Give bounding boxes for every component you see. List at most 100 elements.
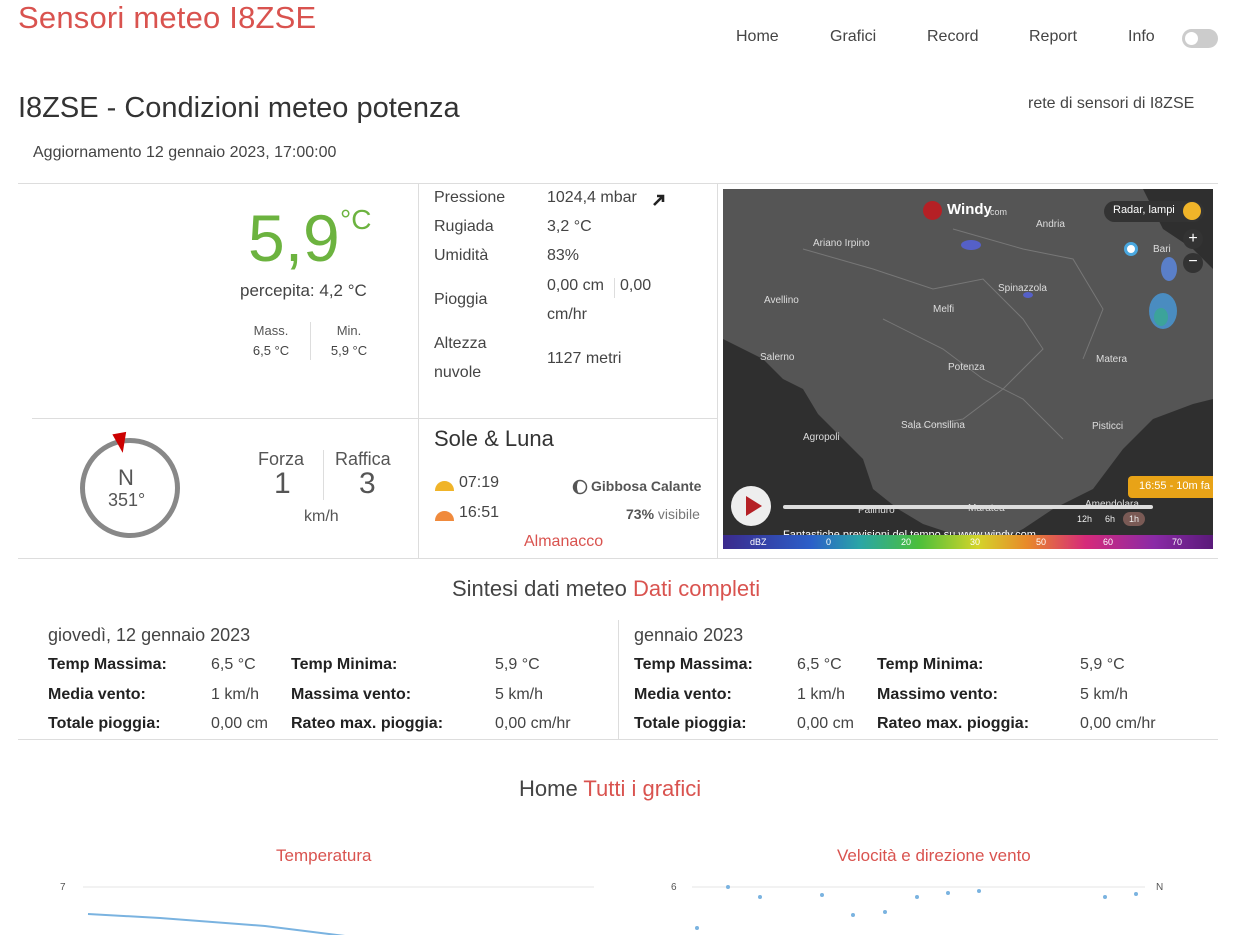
nav-home[interactable]: Home bbox=[736, 28, 779, 46]
wind-direction-arrow-icon bbox=[112, 431, 130, 455]
current-temperature: 5,9 bbox=[248, 201, 340, 275]
nav-record[interactable]: Record bbox=[927, 28, 979, 46]
cloud-height-label: Altezza bbox=[434, 335, 487, 352]
scale-tick: 50 bbox=[1036, 537, 1047, 547]
map-city-agropoli: Agropoli bbox=[803, 432, 840, 443]
divider bbox=[32, 418, 718, 419]
toggle-knob bbox=[1185, 32, 1198, 45]
wind-point bbox=[1103, 895, 1107, 899]
timeline-time-label: 16:55 - 10m fa bbox=[1128, 476, 1213, 498]
sunrise-time: 07:19 bbox=[459, 474, 500, 491]
theme-toggle[interactable] bbox=[1182, 29, 1218, 48]
all-graphs-link[interactable]: Tutti i grafici bbox=[583, 776, 701, 801]
day-wind-max-label: Massima vento: bbox=[291, 686, 412, 703]
nav-info[interactable]: Info bbox=[1128, 28, 1155, 46]
divider bbox=[717, 183, 718, 558]
divider bbox=[310, 322, 311, 360]
day-wind-max: 5 km/h bbox=[495, 686, 544, 703]
wind-point bbox=[883, 910, 887, 914]
max-label: Mass. bbox=[253, 323, 289, 338]
summary-month-date: gennaio 2023 bbox=[634, 625, 744, 645]
moon-visibility-label: visibile bbox=[657, 506, 700, 522]
humidity-value: 83% bbox=[547, 247, 580, 264]
play-button[interactable] bbox=[731, 486, 771, 526]
zoom-out-button[interactable]: − bbox=[1183, 253, 1203, 273]
month-wind-max-label: Massimo vento: bbox=[877, 686, 998, 703]
summary-title-text: Sintesi dati meteo bbox=[452, 576, 627, 601]
scale-unit: dBZ bbox=[750, 537, 767, 547]
rising-trend-icon bbox=[653, 194, 665, 206]
moon-visibility-pct: 73% bbox=[626, 506, 655, 522]
month-wind-avg: 1 km/h bbox=[797, 686, 846, 703]
day-temp-min: 5,9 °C bbox=[495, 656, 540, 673]
month-temp-min-label: Temp Minima: bbox=[877, 656, 984, 673]
range-12h[interactable]: 12h bbox=[1077, 514, 1092, 524]
wind-point bbox=[695, 926, 699, 930]
radar-map[interactable]: Andria Bari Ariano Irpino Melfi Spinazzo… bbox=[723, 189, 1213, 549]
scale-tick: 60 bbox=[1103, 537, 1114, 547]
month-rain-rate: 0,00 cm/hr bbox=[1080, 715, 1156, 732]
temperature-chart-title: Temperatura bbox=[276, 846, 372, 865]
graphs-title-text: Home bbox=[519, 776, 578, 801]
update-timestamp: Aggiornamento 12 gennaio 2023, 17:00:00 bbox=[33, 144, 337, 161]
nav-report[interactable]: Report bbox=[1029, 28, 1077, 46]
map-city-sala-consilina: Sala Consilina bbox=[901, 420, 965, 431]
divider bbox=[323, 450, 324, 500]
wind-gust-value: 3 bbox=[359, 467, 376, 500]
month-rain-rate-label: Rateo max. pioggia: bbox=[877, 715, 1030, 732]
month-temp-min: 5,9 °C bbox=[1080, 656, 1125, 673]
month-temp-max-label: Temp Massima: bbox=[634, 656, 753, 673]
map-city-potenza: Potenza bbox=[948, 362, 985, 373]
wind-point bbox=[915, 895, 919, 899]
map-city-avellino: Avellino bbox=[764, 295, 799, 306]
rain-value: 0,00 cm bbox=[547, 277, 604, 294]
day-wind-avg: 1 km/h bbox=[211, 686, 260, 703]
min-label: Min. bbox=[336, 323, 362, 338]
summary-day-date: giovedì, 12 gennaio 2023 bbox=[48, 625, 251, 645]
moon-phase-icon bbox=[572, 479, 588, 495]
chart-previews bbox=[83, 885, 1145, 935]
zoom-in-button[interactable]: + bbox=[1183, 229, 1203, 249]
map-city-spinazzola: Spinazzola bbox=[998, 283, 1047, 294]
map-city-pisticci: Pisticci bbox=[1092, 421, 1124, 432]
wind-point bbox=[758, 895, 762, 899]
dew-label: Rugiada bbox=[434, 218, 494, 235]
humidity-label: Umidità bbox=[434, 247, 489, 264]
pressure-label: Pressione bbox=[434, 189, 506, 206]
day-rain-total-label: Totale pioggia: bbox=[48, 715, 161, 732]
sun-moon-title: Sole & Luna bbox=[434, 426, 554, 451]
divider bbox=[18, 183, 1218, 184]
network-label: rete di sensori di I8ZSE bbox=[1028, 95, 1195, 112]
full-data-link[interactable]: Dati completi bbox=[633, 576, 760, 601]
almanac-link[interactable]: Almanacco bbox=[524, 533, 603, 551]
wind-point bbox=[820, 893, 824, 897]
day-temp-max-label: Temp Massima: bbox=[48, 656, 167, 673]
wind-force-value: 1 bbox=[274, 467, 291, 500]
scale-tick: 0 bbox=[826, 537, 832, 547]
site-title[interactable]: Sensori meteo I8ZSE bbox=[18, 0, 316, 36]
layer-label: Radar, lampi bbox=[1113, 204, 1175, 216]
radar-scale bbox=[723, 535, 1213, 549]
perceived-temperature: percepita: 4,2 °C bbox=[240, 281, 367, 300]
summary-title: Sintesi dati meteo Dati completi bbox=[452, 576, 760, 602]
month-temp-max: 6,5 °C bbox=[797, 656, 842, 673]
windy-brand[interactable]: Windy bbox=[947, 201, 992, 218]
day-temp-max: 6,5 °C bbox=[211, 656, 256, 673]
timeline-slider[interactable] bbox=[783, 505, 1153, 509]
range-1h[interactable]: 1h bbox=[1123, 512, 1145, 526]
day-rain-rate-label: Rateo max. pioggia: bbox=[291, 715, 444, 732]
scale-tick: 70 bbox=[1172, 537, 1183, 547]
wind-point bbox=[726, 885, 730, 889]
day-temp-min-label: Temp Minima: bbox=[291, 656, 398, 673]
page-title: I8ZSE - Condizioni meteo potenza bbox=[18, 92, 460, 124]
cloud-height-label-2: nuvole bbox=[434, 364, 482, 381]
rain-label: Pioggia bbox=[434, 291, 488, 308]
map-city-melfi: Melfi bbox=[933, 304, 955, 315]
range-6h[interactable]: 6h bbox=[1105, 514, 1115, 524]
month-wind-avg-label: Media vento: bbox=[634, 686, 732, 703]
nav-grafici[interactable]: Grafici bbox=[830, 28, 876, 46]
divider bbox=[18, 558, 1218, 559]
max-value: 6,5 °C bbox=[252, 343, 290, 358]
wind-point bbox=[851, 913, 855, 917]
wind-point bbox=[977, 889, 981, 893]
